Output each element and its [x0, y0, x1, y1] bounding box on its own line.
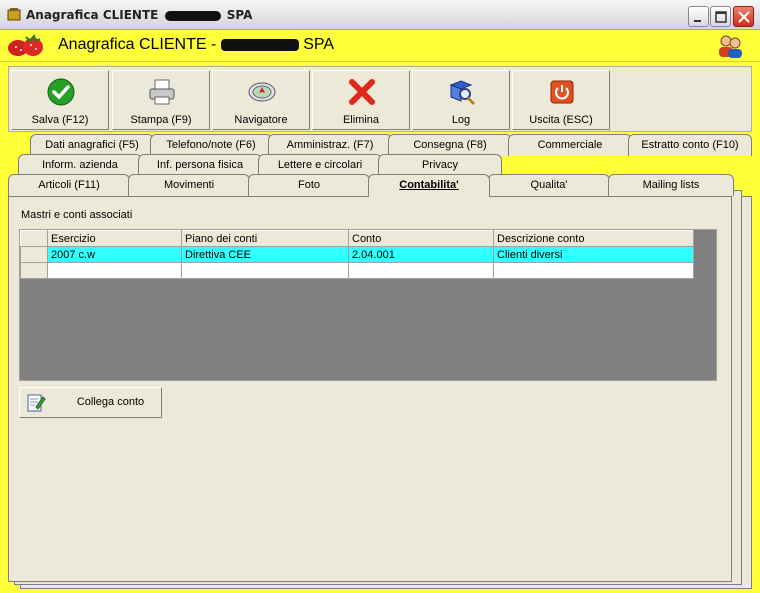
table-header-row: Esercizio Piano dei conti Conto Descrizi…	[20, 230, 694, 247]
collega-conto-button[interactable]: Collega conto	[19, 387, 162, 418]
tab-amministrazione[interactable]: Amministraz. (F7)	[268, 134, 392, 156]
app-icon	[7, 8, 21, 21]
tab-mailing-lists[interactable]: Mailing lists	[608, 174, 734, 196]
check-icon	[47, 78, 75, 106]
row-header-corner	[20, 230, 48, 247]
redacted-mark	[220, 38, 299, 51]
accounts-grid: Esercizio Piano dei conti Conto Descrizi…	[19, 229, 717, 381]
contabilita-panel: Mastri e conti associati Esercizio Piano…	[8, 196, 732, 582]
cell-descrizione[interactable]: Clienti diversi	[493, 246, 694, 263]
save-button[interactable]: Salva (F12)	[11, 70, 109, 130]
users-icon[interactable]	[716, 33, 744, 59]
maximize-button[interactable]	[710, 6, 731, 27]
compass-icon	[248, 82, 276, 102]
close-button[interactable]	[733, 6, 754, 27]
header-bar: Anagrafica CLIENTE - SPA	[0, 30, 760, 62]
cell-empty[interactable]	[47, 262, 182, 279]
print-button[interactable]: Stampa (F9)	[112, 70, 210, 130]
header-title-suffix: SPA	[303, 36, 335, 53]
minimize-button[interactable]	[688, 6, 709, 27]
tab-inf-persona-fisica[interactable]: Inf. persona fisica	[138, 154, 262, 176]
column-header-piano-conti[interactable]: Piano dei conti	[181, 230, 349, 247]
section-label: Mastri e conti associati	[21, 209, 133, 221]
save-button-label: Salva (F12)	[31, 114, 89, 126]
tab-dati-anagrafici[interactable]: Dati anagrafici (F5)	[30, 134, 154, 156]
tab-articoli[interactable]: Articoli (F11)	[8, 174, 130, 196]
cell-esercizio[interactable]: 2007 c.w	[47, 246, 182, 263]
accounts-table: Esercizio Piano dei conti Conto Descrizi…	[20, 230, 694, 279]
cell-conto[interactable]: 2.04.001	[348, 246, 494, 263]
tab-foto[interactable]: Foto	[248, 174, 370, 196]
header-title: Anagrafica CLIENTE - SPA	[58, 36, 334, 54]
navigator-button[interactable]: Navigatore	[212, 70, 310, 130]
row-selector[interactable]	[20, 246, 48, 263]
column-header-esercizio[interactable]: Esercizio	[47, 230, 182, 247]
cell-empty[interactable]	[181, 262, 349, 279]
tab-estratto-conto[interactable]: Estratto conto (F10)	[628, 134, 752, 156]
log-button[interactable]: Log	[412, 70, 510, 130]
window-title-prefix: Anagrafica CLIENTE	[26, 8, 159, 22]
tab-commerciale[interactable]: Commerciale	[508, 134, 632, 156]
tab-telefono-note[interactable]: Telefono/note (F6)	[150, 134, 272, 156]
navigator-button-label: Navigatore	[234, 114, 288, 126]
delete-button-label: Elimina	[342, 114, 380, 126]
table-row-new[interactable]	[20, 262, 694, 279]
redacted-mark	[164, 10, 221, 21]
row-selector[interactable]	[20, 262, 48, 279]
power-icon	[550, 80, 574, 104]
delete-button[interactable]: Elimina	[312, 70, 410, 130]
title-bar: Anagrafica CLIENTE SPA	[0, 0, 760, 30]
printer-icon	[149, 79, 175, 105]
tab-consegna[interactable]: Consegna (F8)	[388, 134, 512, 156]
delete-x-icon	[349, 79, 375, 105]
table-row[interactable]: 2007 c.w Direttiva CEE 2.04.001 Clienti …	[20, 246, 694, 263]
window-title-suffix: SPA	[226, 8, 253, 22]
tab-movimenti[interactable]: Movimenti	[128, 174, 250, 196]
toolbar: Salva (F12) Stampa (F9) Navigatore Elimi…	[8, 66, 752, 132]
exit-button[interactable]: Uscita (ESC)	[512, 70, 610, 130]
tabs-area: Dati anagrafici (F5) Telefono/note (F6) …	[0, 134, 760, 593]
edit-document-icon	[27, 394, 46, 412]
print-button-label: Stampa (F9)	[130, 114, 192, 126]
maximize-icon	[715, 11, 727, 23]
log-search-icon	[449, 80, 476, 106]
column-header-conto[interactable]: Conto	[348, 230, 494, 247]
column-header-descrizione[interactable]: Descrizione conto	[493, 230, 694, 247]
header-title-prefix: Anagrafica CLIENTE -	[58, 36, 221, 53]
cell-piano-conti[interactable]: Direttiva CEE	[181, 246, 349, 263]
close-icon	[738, 11, 750, 23]
strawberry-logo-icon	[8, 34, 43, 56]
tab-lettere-circolari[interactable]: Lettere e circolari	[258, 154, 382, 176]
tab-contabilita[interactable]: Contabilita'	[368, 174, 490, 197]
cell-empty[interactable]	[348, 262, 494, 279]
toolbar-area: Salva (F12) Stampa (F9) Navigatore Elimi…	[0, 62, 760, 134]
minimize-icon	[694, 20, 701, 22]
tab-qualita[interactable]: Qualita'	[488, 174, 610, 196]
exit-button-label: Uscita (ESC)	[529, 114, 593, 126]
cell-empty[interactable]	[493, 262, 694, 279]
collega-conto-label: Collega conto	[76, 396, 145, 408]
window-title: Anagrafica CLIENTE SPA	[26, 8, 252, 22]
log-button-label: Log	[451, 114, 471, 126]
tab-inform-azienda[interactable]: Inform. azienda	[18, 154, 142, 176]
tab-privacy[interactable]: Privacy	[378, 154, 502, 176]
